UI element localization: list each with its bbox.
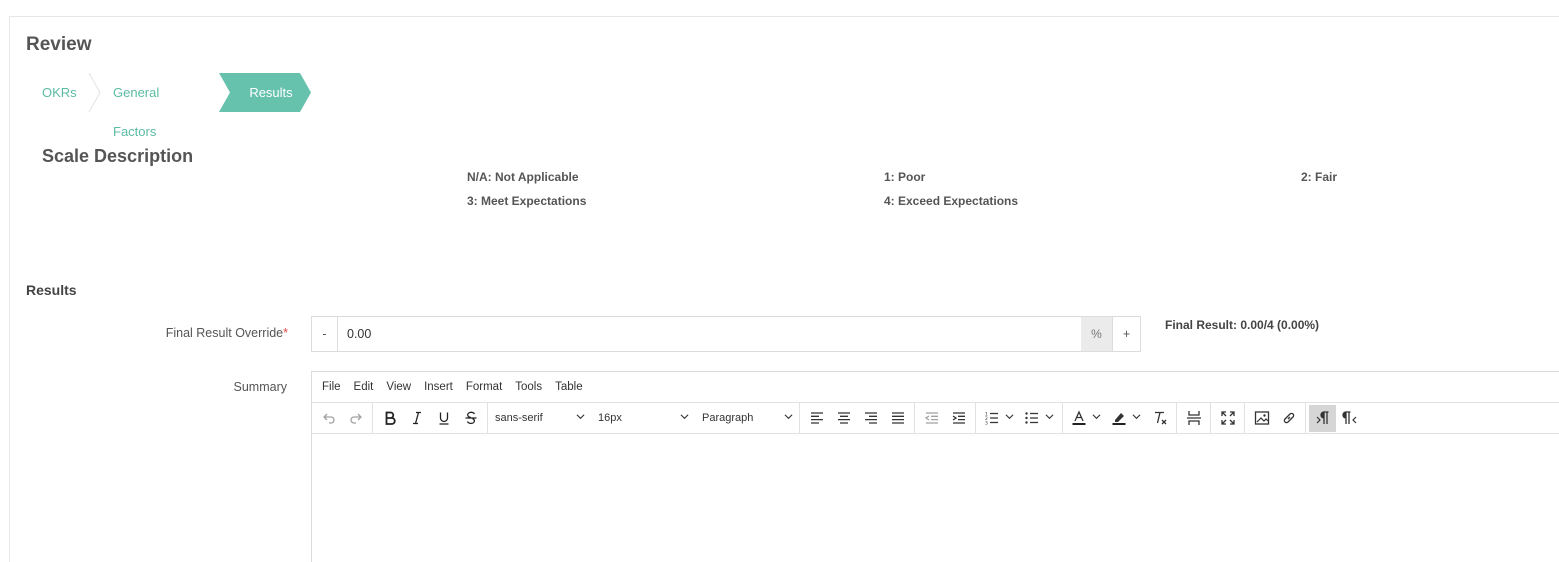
font-family-select[interactable]: sans-serif bbox=[488, 405, 591, 432]
override-label-text: Final Result Override bbox=[165, 326, 284, 340]
scale-item-poor: 1: Poor bbox=[884, 170, 926, 184]
fullscreen-icon[interactable] bbox=[1214, 405, 1241, 432]
scale-item-meet: 3: Meet Expectations bbox=[467, 194, 587, 208]
override-value-input[interactable]: 0.00 bbox=[338, 317, 1081, 351]
step-general-factors[interactable]: General Factors bbox=[113, 73, 159, 139]
align-justify-icon[interactable] bbox=[884, 405, 911, 432]
scale-item-fair: 2: Fair bbox=[1301, 170, 1338, 184]
menu-tools[interactable]: Tools bbox=[515, 381, 542, 393]
menu-edit[interactable]: Edit bbox=[354, 381, 374, 393]
chevron-down-icon bbox=[1045, 412, 1054, 424]
menu-insert[interactable]: Insert bbox=[424, 381, 453, 393]
chevron-down-icon bbox=[1005, 412, 1014, 424]
editor-content-area[interactable] bbox=[312, 434, 1559, 562]
font-size-value: 16px bbox=[598, 412, 622, 424]
scale-item-na: N/A: Not Applicable bbox=[467, 170, 579, 184]
results-section-title: Results bbox=[26, 282, 77, 298]
strikethrough-icon[interactable] bbox=[457, 405, 484, 432]
percent-unit: % bbox=[1081, 317, 1112, 351]
font-size-select[interactable]: 16px bbox=[591, 405, 695, 432]
underline-icon[interactable] bbox=[430, 405, 457, 432]
increment-button[interactable]: + bbox=[1112, 317, 1140, 351]
bullet-list-icon[interactable] bbox=[1019, 405, 1059, 432]
decrement-button[interactable]: - bbox=[312, 317, 338, 351]
ltr-direction-icon[interactable] bbox=[1309, 404, 1336, 432]
indent-icon[interactable] bbox=[945, 405, 972, 432]
menu-table[interactable]: Table bbox=[555, 381, 583, 393]
outdent-icon[interactable] bbox=[918, 405, 945, 432]
bold-icon[interactable] bbox=[376, 405, 403, 432]
italic-icon[interactable] bbox=[403, 405, 430, 432]
block-format-select[interactable]: Paragraph bbox=[695, 405, 799, 432]
align-right-icon[interactable] bbox=[857, 405, 884, 432]
clear-formatting-icon[interactable] bbox=[1146, 405, 1173, 432]
numbered-list-icon[interactable]: 123 bbox=[979, 405, 1019, 432]
summary-label: Summary bbox=[233, 380, 287, 394]
block-format-value: Paragraph bbox=[702, 412, 754, 424]
final-result-override-stepper: - 0.00 % + bbox=[311, 316, 1141, 352]
redo-icon[interactable] bbox=[342, 405, 369, 432]
final-result-override-label: Final Result Override* bbox=[120, 326, 288, 340]
step-okrs[interactable]: OKRs bbox=[42, 73, 77, 112]
menu-format[interactable]: Format bbox=[466, 381, 502, 393]
chevron-down-icon bbox=[576, 412, 585, 424]
text-color-icon[interactable] bbox=[1066, 405, 1106, 432]
page-break-icon[interactable] bbox=[1180, 405, 1207, 432]
chevron-down-icon bbox=[1132, 412, 1141, 424]
highlight-color-icon[interactable] bbox=[1106, 405, 1146, 432]
menu-view[interactable]: View bbox=[386, 381, 411, 393]
font-family-value: sans-serif bbox=[495, 412, 543, 424]
chevron-down-icon bbox=[1092, 412, 1101, 424]
align-left-icon[interactable] bbox=[803, 405, 830, 432]
step-results[interactable]: Results bbox=[219, 73, 311, 112]
final-result-text: Final Result: 0.00/4 (0.00%) bbox=[1165, 318, 1320, 332]
svg-text:3: 3 bbox=[985, 421, 988, 427]
required-mark: * bbox=[283, 326, 288, 340]
step-separator bbox=[88, 73, 101, 112]
editor-menubar: File Edit View Insert Format Tools Table bbox=[312, 372, 1559, 403]
page-title: Review bbox=[26, 34, 92, 55]
undo-icon[interactable] bbox=[315, 405, 342, 432]
chevron-down-icon bbox=[680, 412, 689, 424]
link-icon[interactable] bbox=[1275, 405, 1302, 432]
align-center-icon[interactable] bbox=[830, 405, 857, 432]
menu-file[interactable]: File bbox=[322, 381, 341, 393]
summary-editor: File Edit View Insert Format Tools Table… bbox=[311, 371, 1559, 562]
editor-toolbar: sans-serif 16px Paragraph 123 bbox=[312, 402, 1559, 434]
scale-description-title: Scale Description bbox=[42, 146, 194, 166]
image-icon[interactable] bbox=[1248, 405, 1275, 432]
rtl-direction-icon[interactable] bbox=[1336, 405, 1363, 432]
step-results-label: Results bbox=[249, 85, 293, 100]
chevron-down-icon bbox=[784, 412, 793, 424]
scale-item-exceed: 4: Exceed Expectations bbox=[884, 194, 1019, 208]
